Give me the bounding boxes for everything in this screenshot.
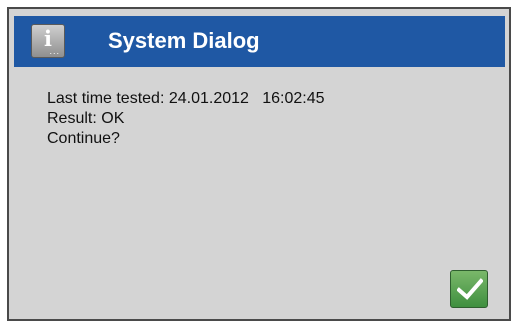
dialog-message: Last time tested: 24.01.2012 16:02:45 Re… (47, 89, 325, 149)
message-line-result: Result: OK (47, 110, 125, 127)
message-line-continue: Continue? (47, 130, 120, 147)
checkmark-icon (457, 278, 483, 300)
message-line-last-tested: Last time tested: 24.01.2012 16:02:45 (47, 90, 325, 107)
confirm-button[interactable] (450, 270, 488, 308)
info-icon: i ... (31, 24, 65, 58)
info-icon-dots: ... (49, 46, 60, 56)
dialog-titlebar: i ... System Dialog (14, 16, 505, 67)
system-dialog: i ... System Dialog Last time tested: 24… (7, 7, 511, 321)
dialog-title: System Dialog (108, 28, 260, 53)
